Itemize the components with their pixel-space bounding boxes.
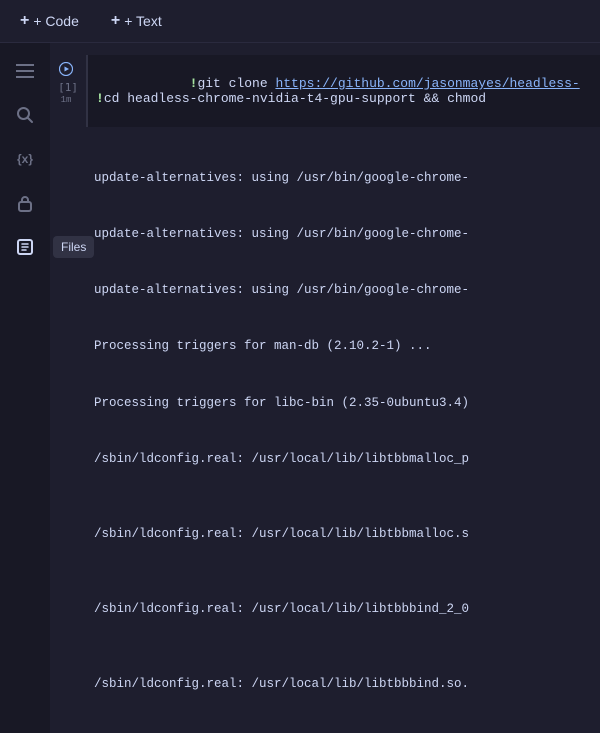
git-cmd: git clone: [197, 76, 275, 91]
plus-icon-text: +: [111, 12, 120, 30]
sidebar: {x} Files: [0, 43, 50, 733]
run-cell-button[interactable]: [56, 59, 76, 79]
content-area: [1] 1m ! git clone https://github.com/jas…: [50, 43, 600, 733]
variables-icon: {x}: [17, 152, 33, 166]
sidebar-item-secrets[interactable]: [7, 185, 43, 221]
output-line-1: update-alternatives: using /usr/bin/goog…: [94, 169, 592, 188]
cell-gutter: [1] 1m: [50, 55, 86, 109]
files-icon: [15, 237, 35, 257]
menu-icon: [16, 62, 34, 80]
secrets-icon: [16, 194, 34, 212]
add-text-button[interactable]: + + Text: [103, 8, 170, 34]
add-code-label: + Code: [33, 13, 79, 29]
add-text-label: + Text: [124, 13, 162, 29]
run-icon: [59, 62, 73, 76]
output-line-5: Processing triggers for libc-bin (2.35-0…: [94, 394, 592, 413]
repo-link[interactable]: https://github.com/jasonmayes/headless-: [275, 76, 579, 91]
sidebar-item-search[interactable]: [7, 97, 43, 133]
output-line-8: /sbin/ldconfig.real: /usr/local/lib/libt…: [94, 600, 592, 619]
search-icon: [16, 106, 34, 124]
cell-input[interactable]: ! git clone https://github.com/jasonmayes…: [86, 55, 600, 127]
sidebar-item-variables[interactable]: {x}: [7, 141, 43, 177]
cell-body: ! git clone https://github.com/jasonmayes…: [86, 55, 600, 733]
cd-cmd: cd headless-chrome-nvidia-t4-gpu-support…: [104, 91, 486, 106]
cell-number: [1]: [54, 79, 78, 94]
code-cell: [1] 1m ! git clone https://github.com/jas…: [50, 51, 600, 733]
sidebar-item-menu[interactable]: [7, 53, 43, 89]
output-line-6: /sbin/ldconfig.real: /usr/local/lib/libt…: [94, 450, 592, 469]
sidebar-item-files[interactable]: Files: [7, 229, 43, 265]
cell-output: update-alternatives: using /usr/bin/goog…: [86, 127, 600, 733]
output-line-2: update-alternatives: using /usr/bin/goog…: [94, 225, 592, 244]
cell-container[interactable]: [1] 1m ! git clone https://github.com/jas…: [50, 43, 600, 733]
add-code-button[interactable]: + + Code: [12, 8, 87, 34]
cmd-prefix-2: !: [96, 91, 104, 106]
output-line-4: Processing triggers for man-db (2.10.2-1…: [94, 337, 592, 356]
cell-time: 1m: [61, 96, 72, 105]
output-line-3: update-alternatives: using /usr/bin/goog…: [94, 281, 592, 300]
output-line-7: /sbin/ldconfig.real: /usr/local/lib/libt…: [94, 525, 592, 544]
toolbar: + + Code + + Text: [0, 0, 600, 43]
output-line-9: /sbin/ldconfig.real: /usr/local/lib/libt…: [94, 675, 592, 694]
plus-icon: +: [20, 12, 29, 30]
main-layout: {x} Files: [0, 43, 600, 733]
